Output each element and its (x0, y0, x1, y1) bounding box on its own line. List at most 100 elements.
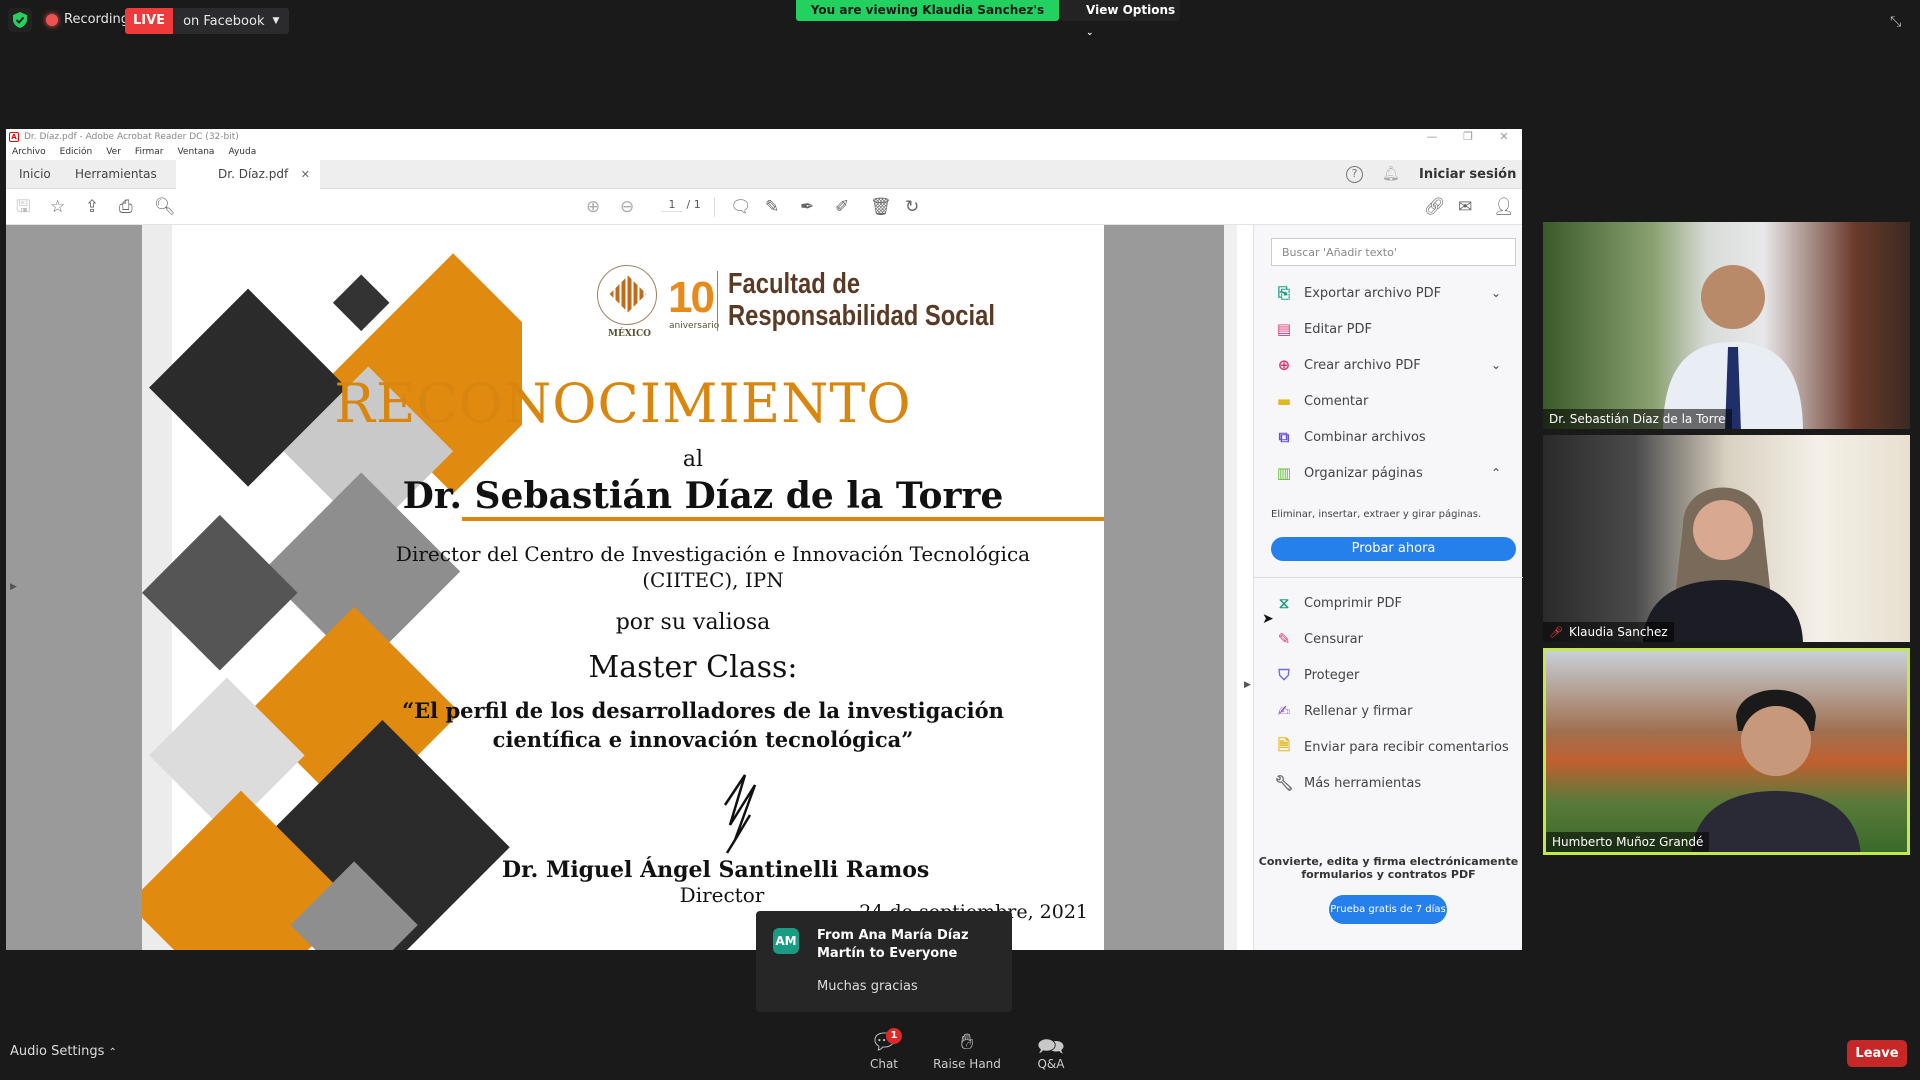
chat-label: Chat (869, 1057, 899, 1071)
caret-down-icon: ▼ (272, 16, 280, 26)
bell-icon[interactable]: 🔔︎ (1382, 166, 1400, 182)
document-viewer[interactable]: ▶ MÉXICO 10 aniversario Facultad de Resp… (6, 225, 1251, 950)
try-now-button[interactable]: Probar ahora (1271, 537, 1516, 561)
right-panel-toggle-icon[interactable]: ▶ (1244, 680, 1251, 690)
menu-firmar[interactable]: Firmar (135, 145, 164, 160)
tool-export-pdf[interactable]: ⎘ Exportar archivo PDF ⌄ (1254, 275, 1523, 311)
free-trial-button[interactable]: Prueba gratis de 7 días (1329, 895, 1447, 924)
chat-notification[interactable]: AM From Ana María Díaz Martín to Everyon… (756, 911, 1012, 1012)
chevron-down-icon[interactable]: ⌄ (1491, 286, 1501, 300)
university-seal-logo (597, 265, 657, 325)
logo-mexico-text: MÉXICO (608, 329, 652, 339)
tool-compress[interactable]: ⧖ Comprimir PDF (1254, 585, 1523, 621)
minimize-button[interactable]: — (1414, 129, 1450, 145)
pdf-page: MÉXICO 10 aniversario Facultad de Respon… (142, 225, 1104, 950)
sign-pen-icon[interactable]: ✒ (800, 197, 814, 217)
star-icon[interactable]: ☆ (50, 197, 65, 217)
recipient-name: Dr. Sebastián Díaz de la Torre (402, 475, 1004, 517)
redact-icon: ✎ (1277, 630, 1291, 648)
print-icon[interactable]: ⎙ (119, 197, 133, 217)
tool-protect[interactable]: ⛉ Proteger (1254, 657, 1523, 693)
live-destination-label: on Facebook (183, 13, 265, 29)
comment-tool-icon[interactable]: 🗨︎ (730, 197, 752, 217)
muted-mic-icon: 🎤︎ (1549, 626, 1563, 639)
restore-button[interactable]: ❐ (1450, 129, 1486, 145)
por-su-valiosa: por su valiosa (615, 610, 771, 635)
leave-button[interactable]: Leave (1847, 1040, 1907, 1067)
viewing-screen-banner: You are viewing Klaudia Sanchez's screen (796, 0, 1059, 38)
left-panel-toggle-icon[interactable]: ▶ (10, 582, 17, 592)
menu-ver[interactable]: Ver (106, 145, 121, 160)
raise-hand-button[interactable]: ✋︎ Raise Hand (927, 1030, 1007, 1071)
share-link-icon[interactable]: 🔗︎ (1424, 197, 1446, 217)
tab-inicio[interactable]: Inicio (19, 160, 51, 189)
tool-comment[interactable]: ▬ Comentar (1254, 383, 1523, 419)
sign-in-button[interactable]: Iniciar sesión (1419, 160, 1516, 189)
next-page-icon[interactable]: ⊖ (620, 197, 634, 217)
faculty-line-2: Responsabilidad Social (728, 300, 995, 332)
menu-edicion[interactable]: Edición (60, 145, 93, 160)
chat-unread-badge: 1 (886, 1028, 902, 1044)
tools-divider (1254, 577, 1523, 578)
video-tile-active-speaker[interactable]: Humberto Muñoz Grandé (1543, 648, 1910, 855)
chevron-up-icon: ⌃ (108, 1047, 117, 1058)
prev-page-icon[interactable]: ⊕ (586, 197, 600, 217)
live-destination-dropdown[interactable]: on Facebook ▼ (173, 8, 290, 34)
tab-document[interactable]: Dr. Díaz.pdf ✕ (176, 160, 320, 190)
tool-label: Proteger (1304, 667, 1360, 683)
menu-ayuda[interactable]: Ayuda (228, 145, 256, 160)
tool-send-review[interactable]: 🗎︎ Enviar para recibir comentarios (1254, 729, 1523, 765)
chevron-down-icon[interactable]: ⌄ (1491, 358, 1501, 372)
video-tile[interactable]: 🎤︎ Klaudia Sanchez (1543, 435, 1910, 642)
tool-organize[interactable]: ▥ Organizar páginas ⌃ (1254, 455, 1523, 491)
qa-button[interactable]: 🗪︎ Q&A (1011, 1030, 1091, 1071)
video-tile[interactable]: Dr. Sebastián Díaz de la Torre (1543, 222, 1910, 429)
more-tools-icon: 🔧︎ (1274, 774, 1294, 792)
send-review-icon: 🗎︎ (1277, 735, 1291, 754)
security-shield-icon[interactable] (8, 8, 32, 32)
email-icon[interactable]: ✉ (1458, 197, 1472, 217)
tab-bar: Inicio Herramientas Dr. Díaz.pdf ✕ ? 🔔︎ … (6, 160, 1522, 190)
view-options-button[interactable]: View Options ⌄ (1060, 0, 1180, 38)
tool-label: Enviar para recibir comentarios (1304, 739, 1509, 755)
tool-edit-pdf[interactable]: ▤ Editar PDF (1254, 311, 1523, 347)
tool-fill-sign[interactable]: ✍ Rellenar y firmar (1254, 693, 1523, 729)
event-type: Master Class: (588, 650, 798, 685)
tool-label: Más herramientas (1304, 775, 1422, 791)
live-stream-indicator[interactable]: LIVE on Facebook ▼ (125, 8, 290, 34)
logo-anniversary-label: aniversario (669, 321, 720, 331)
tool-combine[interactable]: ⧉ Combinar archivos (1254, 419, 1523, 455)
tool-label: Crear archivo PDF (1304, 357, 1421, 373)
cloud-upload-icon[interactable]: ⇪ (85, 197, 99, 217)
tool-create-pdf[interactable]: ⊕ Crear archivo PDF ⌄ (1254, 347, 1523, 383)
save-icon[interactable]: 🖫︎ (16, 197, 30, 217)
menu-ventana[interactable]: Ventana (177, 145, 214, 160)
edit-doc-icon[interactable]: ✐ (835, 197, 849, 217)
chat-sender: From Ana María Díaz Martín to Everyone (817, 928, 969, 961)
tools-search-input[interactable]: Buscar 'Añadir texto' (1271, 238, 1516, 266)
delete-icon[interactable]: 🗑︎ (870, 197, 892, 217)
highlight-icon[interactable]: ✎ (765, 197, 779, 217)
toolbar: 🖫︎ ☆ ⇪ ⎙ 🔍︎ ⊕ ⊖ 1 / 1 🗨︎ ✎ ✒ ✐ 🗑︎ ↻ 🔗︎ ✉… (6, 189, 1522, 225)
audio-settings-button[interactable]: Audio Settings ⌃ (10, 1044, 117, 1059)
tool-label: Editar PDF (1304, 321, 1372, 337)
exit-fullscreen-icon[interactable]: ⤡ (1890, 14, 1901, 30)
rotate-icon[interactable]: ↻ (905, 197, 919, 217)
vertical-scrollbar[interactable] (1224, 225, 1237, 950)
tool-more[interactable]: 🔧︎ Más herramientas (1254, 765, 1523, 801)
page-total: / 1 (686, 198, 701, 211)
participant-silhouette (1643, 487, 1803, 642)
chat-button[interactable]: 💬︎ Chat (844, 1030, 924, 1071)
menu-archivo[interactable]: Archivo (12, 145, 46, 160)
close-window-button[interactable]: ✕ (1486, 129, 1522, 145)
zoom-search-icon[interactable]: 🔍︎ (154, 197, 176, 217)
add-user-icon[interactable]: 👤︎ (1493, 197, 1515, 217)
chevron-up-icon[interactable]: ⌃ (1491, 466, 1501, 480)
tools-pane: Buscar 'Añadir texto' ⎘ Exportar archivo … (1253, 225, 1523, 950)
faculty-line-1: Facultad de (728, 268, 861, 300)
tool-redact[interactable]: ✎ Censurar (1254, 621, 1523, 657)
tab-herramientas[interactable]: Herramientas (75, 160, 157, 189)
page-number-input[interactable]: 1 (661, 198, 683, 212)
help-icon[interactable]: ? (1346, 166, 1363, 183)
close-tab-icon[interactable]: ✕ (301, 160, 310, 189)
